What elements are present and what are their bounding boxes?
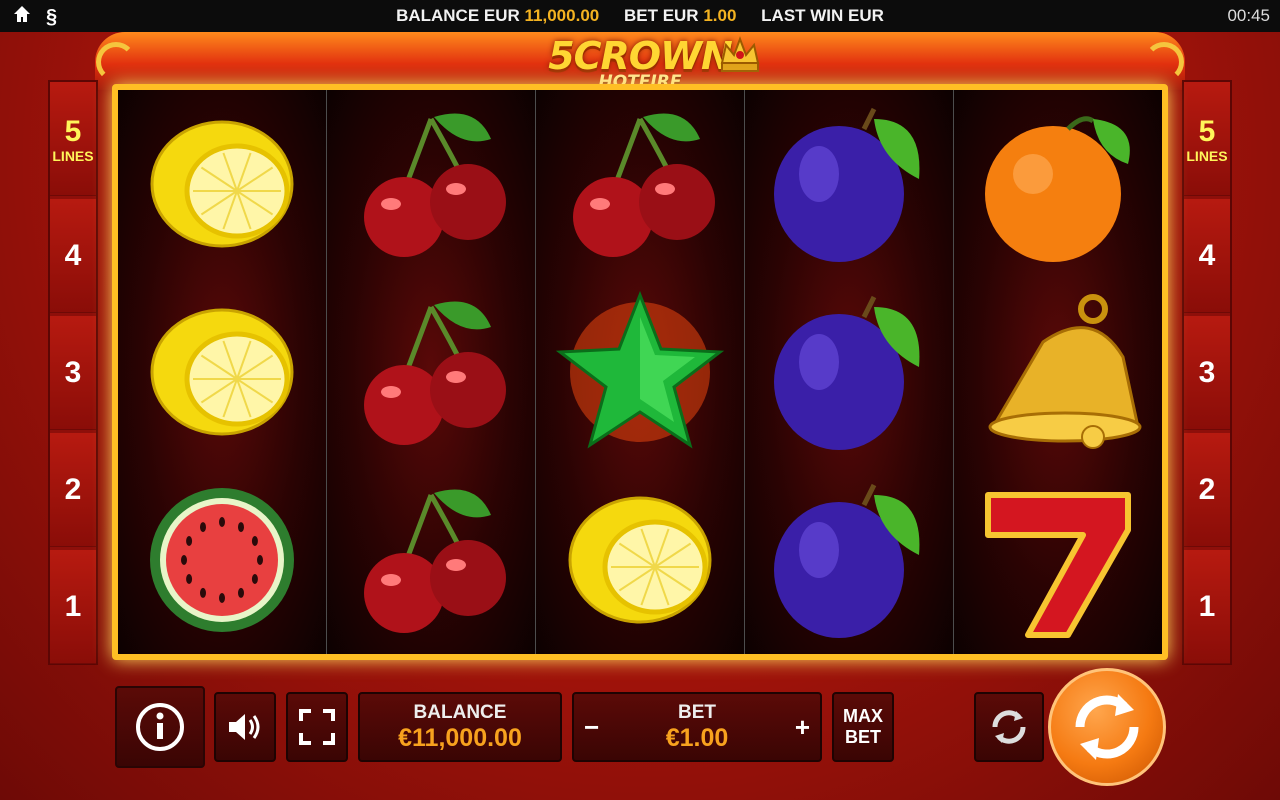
line-indicator-3[interactable]: 3 — [50, 316, 96, 430]
line-number: 3 — [64, 355, 82, 389]
cherry-icon — [327, 90, 535, 278]
max-bet-label-line1: MAX — [843, 706, 883, 726]
line-number: 5 — [64, 114, 82, 148]
line-indicator-5[interactable]: 5 LINES — [1184, 82, 1230, 196]
orange-icon — [954, 90, 1162, 278]
reel-2 — [327, 90, 536, 654]
cherry-icon — [327, 466, 535, 654]
info-icon — [136, 703, 184, 751]
balance-panel-label: BALANCE — [413, 701, 507, 723]
lines-word: LINES — [1186, 147, 1228, 164]
line-indicator-4[interactable]: 4 — [1184, 199, 1230, 313]
bet-increase-button[interactable]: + — [795, 712, 810, 743]
crown-icon — [720, 36, 760, 72]
left-lines-column: 5 LINES 4 3 2 1 — [48, 80, 98, 665]
max-bet-label-line2: BET — [845, 727, 881, 747]
bet-decrease-button[interactable]: − — [584, 712, 599, 743]
lemon-icon — [118, 278, 326, 466]
fullscreen-icon — [299, 709, 335, 745]
balance-label: BALANCE EUR — [396, 6, 520, 25]
spin-button[interactable] — [1048, 668, 1166, 786]
lines-word: LINES — [52, 147, 94, 164]
bet-label: BET EUR — [623, 6, 699, 25]
plum-icon — [745, 466, 953, 654]
reel-3 — [536, 90, 745, 654]
bet-value: 1.00 — [703, 6, 737, 25]
clock: 00:45 — [1227, 6, 1270, 25]
top-info-bar: § BALANCE EUR 11,000.00 BET EUR 1.00 LAS… — [0, 0, 1280, 32]
line-indicator-3[interactable]: 3 — [1184, 316, 1230, 430]
cherry-icon — [327, 278, 535, 466]
max-bet-button[interactable]: MAX BET — [832, 692, 894, 762]
fullscreen-button[interactable] — [286, 692, 348, 762]
balance-panel-value: €11,000.00 — [398, 723, 522, 752]
cherry-icon — [536, 90, 744, 278]
line-number: 2 — [1198, 472, 1216, 506]
plum-icon — [745, 278, 953, 466]
line-indicator-2[interactable]: 2 — [50, 433, 96, 547]
autoplay-icon — [992, 710, 1026, 744]
line-indicator-4[interactable]: 4 — [50, 199, 96, 313]
plum-icon — [745, 90, 953, 278]
last-win-label: LAST WIN EUR — [761, 6, 884, 25]
line-number: 4 — [64, 238, 82, 272]
reels-area — [112, 84, 1168, 660]
line-indicator-1[interactable]: 1 — [1184, 550, 1230, 664]
line-number: 1 — [64, 589, 82, 623]
top-status: BALANCE EUR 11,000.00 BET EUR 1.00 LAST … — [0, 6, 1280, 26]
line-indicator-5[interactable]: 5 LINES — [50, 82, 96, 196]
seven-icon — [954, 466, 1162, 654]
balance-value: 11,000.00 — [524, 6, 600, 25]
line-number: 4 — [1198, 238, 1216, 272]
reel-4 — [745, 90, 954, 654]
speaker-icon — [229, 714, 260, 740]
line-number: 1 — [1198, 589, 1216, 623]
spin-icon — [1075, 694, 1139, 760]
line-indicator-1[interactable]: 1 — [50, 550, 96, 664]
reel-1 — [118, 90, 327, 654]
bet-panel-value: €1.00 — [665, 723, 729, 752]
line-number: 3 — [1198, 355, 1216, 389]
lemon-icon — [118, 90, 326, 278]
star-icon — [536, 278, 744, 466]
reel-5 — [954, 90, 1162, 654]
autoplay-button[interactable] — [974, 692, 1044, 762]
watermelon-icon — [118, 466, 326, 654]
bell-icon — [954, 278, 1162, 466]
line-indicator-2[interactable]: 2 — [1184, 433, 1230, 547]
bet-panel-label: BET — [678, 701, 716, 723]
sound-button[interactable] — [214, 692, 276, 762]
line-number: 5 — [1198, 114, 1216, 148]
bet-panel: − BET €1.00 + — [572, 692, 822, 762]
lemon-icon — [536, 466, 744, 654]
right-lines-column: 5 LINES 4 3 2 1 — [1182, 80, 1232, 665]
balance-panel: BALANCE €11,000.00 — [358, 692, 562, 762]
line-number: 2 — [64, 472, 82, 506]
info-button[interactable] — [115, 686, 205, 768]
